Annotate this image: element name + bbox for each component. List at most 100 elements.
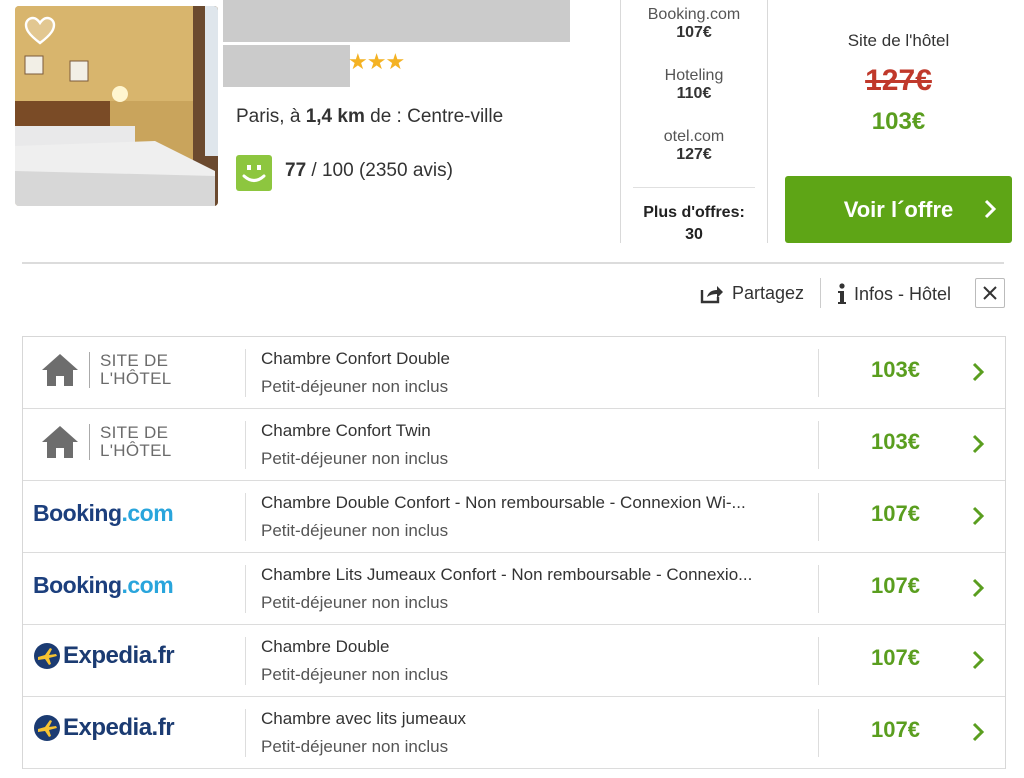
offer-price: 103€ <box>871 429 920 454</box>
hotel-photo[interactable] <box>15 6 218 206</box>
share-icon <box>700 285 723 303</box>
chevron-right-icon <box>972 722 985 742</box>
logo-text-suffix: .com <box>121 572 174 598</box>
price-compare-item[interactable]: Booking.com 107€ <box>621 6 767 42</box>
divider <box>245 565 246 613</box>
location-prefix: Paris, à <box>236 106 301 127</box>
more-offers-label: Plus d'offres: <box>643 204 745 221</box>
heart-icon[interactable] <box>24 16 56 46</box>
divider <box>245 421 246 469</box>
expedia-logo: Expedia.fr <box>23 697 245 768</box>
new-price: 103€ <box>871 108 926 135</box>
provider-logo: SITE DE L'HÔTEL <box>23 409 245 480</box>
logo-line-2: L'HÔTEL <box>100 369 172 388</box>
price-compare-item[interactable]: otel.com 127€ <box>621 128 767 164</box>
price-compare-item[interactable]: Hoteling 110€ <box>621 67 767 103</box>
logo-line-2: L'HÔTEL <box>100 441 172 460</box>
room-subtitle: Petit-déjeuner non inclus <box>261 449 449 468</box>
logo-text: Booking <box>33 500 122 526</box>
provider-name: otel.com <box>663 128 725 145</box>
room-subtitle: Petit-déjeuner non inclus <box>261 593 449 612</box>
offer-row[interactable]: Expedia.fr Chambre Double Petit-déjeuner… <box>23 625 1005 697</box>
view-offer-label: Voir l´offre <box>843 196 954 222</box>
divider <box>818 637 819 685</box>
offer-row[interactable]: SITE DE L'HÔTEL Chambre Confort Twin Pet… <box>23 409 1005 481</box>
provider-logo: SITE DE L'HÔTEL <box>23 337 245 408</box>
offer-price: 107€ <box>871 501 920 526</box>
offers-list: SITE DE L'HÔTEL Chambre Confort Double P… <box>22 336 1006 769</box>
offer-row[interactable]: Booking.com Chambre Lits Jumeaux Confort… <box>23 553 1005 625</box>
logo-line-1: SITE DE <box>100 351 169 370</box>
redacted-hotel-name <box>223 0 570 42</box>
hotel-info-button[interactable]: Infos - Hôtel <box>836 283 951 305</box>
more-offers-link[interactable]: Plus d'offres: 30 <box>621 202 767 246</box>
room-subtitle: Petit-déjeuner non inclus <box>261 665 449 684</box>
divider <box>245 637 246 685</box>
logo-text: Expedia.fr <box>63 714 175 741</box>
location-distance: 1,4 km <box>305 106 365 127</box>
chevron-right-icon <box>972 362 985 382</box>
divider <box>245 493 246 541</box>
hotel-stars: ★★★ <box>348 49 405 74</box>
divider <box>245 709 246 757</box>
logo-text: Expedia.fr <box>63 642 175 669</box>
share-button[interactable]: Partagez <box>700 283 804 304</box>
price-comparison: Booking.com 107€ Hoteling 110€ otel.com … <box>620 0 768 243</box>
divider <box>633 187 755 188</box>
room-title: Chambre Confort Twin <box>261 421 431 440</box>
room-subtitle: Petit-déjeuner non inclus <box>261 377 449 396</box>
logo-line-1: SITE DE <box>100 423 169 442</box>
divider <box>818 421 819 469</box>
chevron-right-icon <box>984 199 996 219</box>
view-offer-button[interactable]: Voir l´offre <box>785 176 1012 243</box>
rating-score: 77 <box>285 160 307 181</box>
old-price-value: 127€ <box>865 64 932 97</box>
offer-price: 103€ <box>871 357 920 382</box>
room-title: Chambre Double <box>261 637 390 656</box>
divider <box>22 262 1004 264</box>
chevron-right-icon <box>972 506 985 526</box>
share-label: Partagez <box>732 283 805 303</box>
provider-price: 107€ <box>676 24 712 41</box>
chevron-right-icon <box>972 650 985 670</box>
chevron-right-icon <box>972 434 985 454</box>
redacted-hotel-name-2 <box>223 45 350 87</box>
logo-text-suffix: .com <box>121 500 174 526</box>
more-offers-count: 30 <box>685 226 703 243</box>
chevron-right-icon <box>972 578 985 598</box>
divider <box>818 493 819 541</box>
provider-name: Hoteling <box>664 67 724 84</box>
smiley-icon <box>236 155 272 191</box>
info-label: Infos - Hôtel <box>854 283 952 304</box>
provider-name: Booking.com <box>647 6 741 23</box>
room-subtitle: Petit-déjeuner non inclus <box>261 737 449 756</box>
offer-row[interactable]: Booking.com Chambre Double Confort - Non… <box>23 481 1005 553</box>
expedia-logo: Expedia.fr <box>23 625 245 696</box>
provider-price: 110€ <box>676 85 712 102</box>
globe-plane-icon <box>34 643 60 669</box>
room-title: Chambre Double Confort - Non remboursabl… <box>261 493 746 512</box>
offer-row[interactable]: SITE DE L'HÔTEL Chambre Confort Double P… <box>23 337 1005 409</box>
divider <box>818 709 819 757</box>
room-subtitle: Petit-déjeuner non inclus <box>261 521 449 540</box>
provider-price: 127€ <box>676 146 712 163</box>
location-suffix: de : Centre-ville <box>370 106 504 127</box>
room-title: Chambre Confort Double <box>261 349 450 368</box>
info-icon <box>838 283 846 304</box>
divider <box>818 565 819 613</box>
close-button[interactable] <box>975 278 1005 308</box>
hotel-location: Paris, à 1,4 km de : Centre-ville <box>236 106 503 128</box>
old-price: 127€ <box>785 64 1012 98</box>
booking-logo: Booking.com <box>23 553 245 624</box>
close-icon <box>983 286 997 300</box>
divider <box>820 278 821 308</box>
room-title: Chambre avec lits jumeaux <box>261 709 467 728</box>
divider <box>245 349 246 397</box>
rating-count: / 100 (2350 avis) <box>311 160 453 181</box>
offer-price: 107€ <box>871 573 920 598</box>
globe-plane-icon <box>34 715 60 741</box>
offer-row[interactable]: Expedia.fr Chambre avec lits jumeaux Pet… <box>23 697 1005 769</box>
offer-price: 107€ <box>871 717 920 742</box>
room-title: Chambre Lits Jumeaux Confort - Non rembo… <box>261 565 753 584</box>
hotel-rating[interactable]: 77 / 100 (2350 avis) <box>285 160 453 182</box>
